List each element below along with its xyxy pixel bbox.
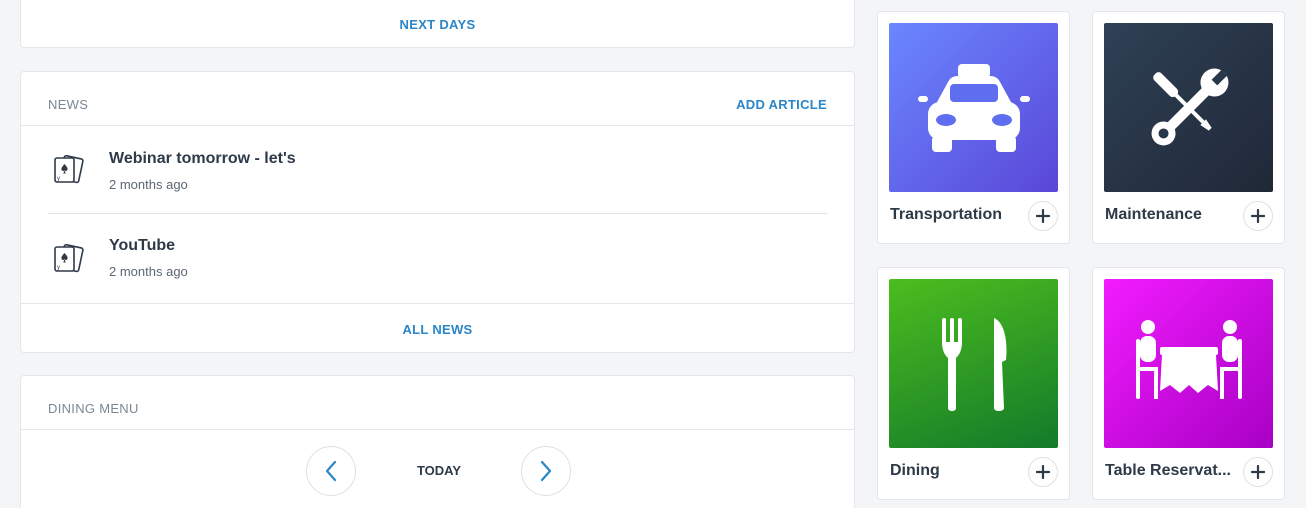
taxi-icon [917,63,1030,152]
dining-menu-card: DINING MENU TODAY [20,375,855,508]
service-tile-transportation[interactable]: Transportation [877,11,1070,244]
next-day-button[interactable] [521,446,571,496]
service-tile-label: Maintenance [1105,206,1202,223]
fork-knife-icon [941,317,1006,411]
service-tile-dining[interactable]: Dining [877,267,1070,500]
table-reservation-icon [1135,319,1242,399]
all-news-link[interactable]: ALL NEWS [21,322,854,337]
news-item-time: 2 months ago [109,264,188,279]
previous-day-button[interactable] [306,446,356,496]
news-item[interactable]: y YouTube 2 months ago [48,215,827,303]
news-title: NEWS [48,97,89,112]
service-tile-maintenance[interactable]: Maintenance [1092,11,1285,244]
add-article-link[interactable]: ADD ARTICLE [736,97,827,112]
playing-cards-icon: y [54,243,84,273]
add-maintenance-button[interactable] [1243,201,1273,231]
news-footer: ALL NEWS [21,303,854,353]
tools-icon [1151,68,1228,145]
current-day-label: TODAY [416,463,462,478]
maintenance-image [1104,23,1273,192]
service-tile-label: Table Reservat... [1105,462,1231,479]
news-header: NEWS ADD ARTICLE [21,72,854,126]
news-item-time: 2 months ago [109,177,188,192]
dining-menu-header: DINING MENU [21,376,854,430]
plus-icon [1036,209,1050,223]
chevron-left-icon [325,460,337,482]
service-tile-label: Transportation [890,206,1003,223]
plus-icon [1036,465,1050,479]
next-days-link[interactable]: NEXT DAYS [21,17,854,32]
svg-text:y: y [57,176,60,182]
news-card: NEWS ADD ARTICLE y Webinar tomorrow - le… [20,71,855,353]
playing-cards-icon: y [54,154,84,184]
service-tile-label: Dining [890,462,940,479]
dining-menu-title: DINING MENU [48,401,139,416]
chevron-right-icon [540,460,552,482]
add-table-reservation-button[interactable] [1243,457,1273,487]
dining-image [889,279,1058,448]
news-item-title: Webinar tomorrow - let's [109,150,296,167]
news-item-title: YouTube [109,237,176,254]
upcoming-events-card: NEXT DAYS [20,0,855,48]
plus-icon [1251,465,1265,479]
table-reservation-image [1104,279,1273,448]
add-dining-button[interactable] [1028,457,1058,487]
service-tile-table-reservation[interactable]: Table Reservat... [1092,267,1285,500]
transportation-image [889,23,1058,192]
plus-icon [1251,209,1265,223]
news-item[interactable]: y Webinar tomorrow - let's 2 months ago [48,126,827,214]
svg-text:y: y [57,265,60,271]
add-transportation-button[interactable] [1028,201,1058,231]
